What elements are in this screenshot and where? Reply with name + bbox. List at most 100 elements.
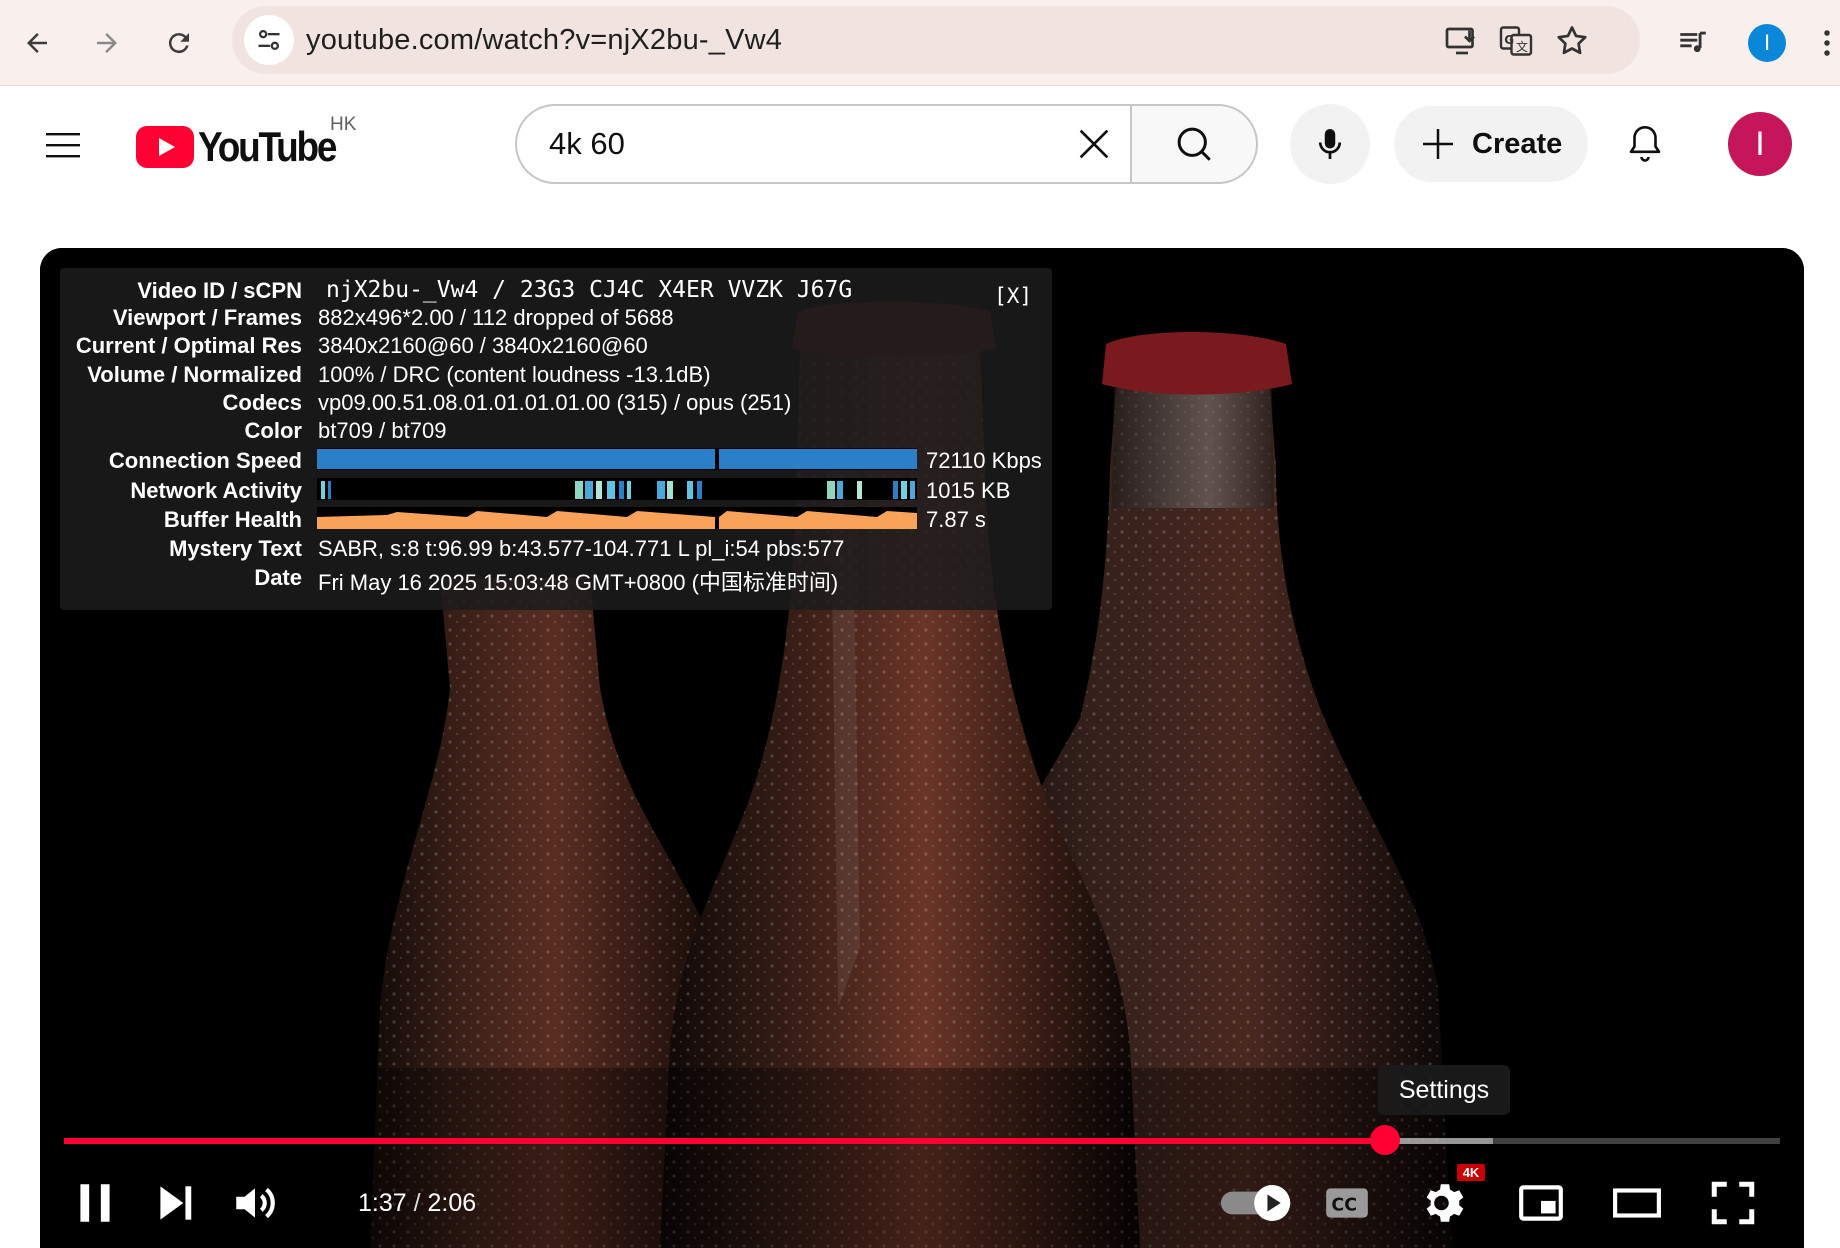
fullscreen-button[interactable]	[1698, 1168, 1768, 1238]
guide-menu-button[interactable]	[38, 120, 88, 170]
quality-badge: 4K	[1457, 1164, 1485, 1181]
voice-search-button[interactable]	[1290, 104, 1370, 184]
stat-value-video-id: njX2bu-_Vw4 / 23G3 CJ4C X4ER VVZK J67G	[326, 277, 853, 303]
connection-speed-graph	[317, 448, 917, 470]
skip-next-icon	[160, 1186, 192, 1220]
time-display: 1:37 / 2:06	[358, 1173, 476, 1233]
create-label: Create	[1472, 127, 1563, 160]
progress-played	[64, 1138, 1386, 1144]
autoplay-toggle-icon	[1220, 1184, 1291, 1222]
stat-label: Volume / Normalized	[87, 362, 302, 387]
star-icon	[1557, 26, 1587, 55]
stat-label: Date	[254, 565, 302, 590]
stat-value-codecs: vp09.00.51.08.01.01.01.01.00 (315) / opu…	[318, 390, 792, 415]
arrow-right-icon	[97, 33, 117, 53]
miniplayer-button[interactable]	[1506, 1168, 1576, 1238]
search-box	[515, 104, 1132, 184]
search-button[interactable]	[1130, 104, 1258, 184]
stats-close-button[interactable]: [X]	[994, 284, 1032, 308]
plus-icon	[1423, 129, 1453, 159]
url-text[interactable]: youtube.com/watch?v=njX2bu-_Vw4	[306, 6, 782, 74]
progress-bar[interactable]	[64, 1138, 1780, 1144]
translate-button[interactable]: G 文	[1498, 23, 1534, 59]
stat-label: Current / Optimal Res	[75, 333, 302, 358]
install-app-button[interactable]	[1444, 23, 1480, 59]
stat-value-color: bt709 / bt709	[318, 418, 447, 443]
svg-text:CC: CC	[1331, 1196, 1357, 1216]
buffer-health-sawtooth	[317, 511, 917, 529]
menu-icon	[46, 133, 80, 158]
profile-avatar: I	[1748, 24, 1786, 62]
browser-menu-button[interactable]	[1814, 18, 1840, 68]
stat-label: Video ID / sCPN	[137, 278, 302, 303]
stat-label: Viewport / Frames	[112, 305, 302, 330]
connection-speed-bars	[317, 449, 917, 469]
account-avatar[interactable]: I	[1728, 112, 1792, 176]
notifications-button[interactable]	[1620, 118, 1670, 168]
browser-toolbar: youtube.com/watch?v=njX2bu-_Vw4 G 文 I	[0, 0, 1840, 86]
miniplayer-icon	[1519, 1185, 1563, 1221]
forward-button[interactable]	[82, 18, 132, 68]
logo-wordmark: YouTube	[198, 123, 337, 170]
stat-value-resolution: 3840x2160@60 / 3840x2160@60	[318, 333, 648, 358]
time-separator: /	[413, 1189, 428, 1217]
theater-mode-button[interactable]	[1602, 1168, 1672, 1238]
current-time: 1:37	[358, 1189, 407, 1217]
back-button[interactable]	[12, 18, 62, 68]
microphone-icon	[1318, 129, 1342, 159]
stat-value-network-activity: 1015 KB	[926, 478, 1011, 503]
buffer-health-graph	[317, 507, 917, 529]
site-info-button[interactable]	[244, 15, 294, 65]
bookmark-button[interactable]	[1554, 23, 1590, 59]
video-player[interactable]: [X] Video ID / sCPN njX2bu-_Vw4 / 23G3 C…	[40, 248, 1804, 1248]
create-button[interactable]: Create	[1394, 106, 1588, 182]
clear-search-button[interactable]	[1070, 120, 1118, 168]
region-code: HK	[330, 114, 357, 135]
svg-text:G: G	[1504, 33, 1514, 47]
pause-icon	[80, 1184, 110, 1222]
stat-label: Buffer Health	[163, 507, 302, 532]
fullscreen-icon	[1711, 1181, 1755, 1225]
stat-value-buffer-health: 7.87 s	[926, 507, 986, 532]
settings-tooltip: Settings	[1378, 1065, 1510, 1115]
address-bar[interactable]: youtube.com/watch?v=njX2bu-_Vw4 G 文	[232, 6, 1640, 74]
theater-mode-icon	[1613, 1188, 1661, 1218]
closed-captions-icon: CC	[1326, 1188, 1368, 1218]
autoplay-toggle[interactable]	[1212, 1168, 1302, 1238]
pause-button[interactable]	[60, 1168, 130, 1238]
stats-for-nerds-panel: [X] Video ID / sCPN njX2bu-_Vw4 / 23G3 C…	[60, 268, 1052, 610]
reload-icon	[168, 33, 189, 54]
youtube-masthead: YouTube HK Create I	[0, 86, 1840, 206]
stat-value-date: Fri May 16 2025 15:03:48 GMT+0800 (中国标准时…	[318, 570, 839, 595]
next-video-button[interactable]	[140, 1168, 210, 1238]
tune-icon	[258, 29, 280, 51]
close-icon	[1079, 129, 1109, 159]
search-input[interactable]	[549, 106, 1029, 182]
profile-button[interactable]: I	[1742, 18, 1792, 68]
queue-music-icon	[1680, 31, 1706, 53]
duration: 2:06	[427, 1189, 477, 1217]
youtube-play-logo-icon	[136, 126, 194, 168]
stat-label: Color	[244, 418, 302, 443]
svg-text:文: 文	[1516, 39, 1528, 54]
mute-button[interactable]	[220, 1168, 290, 1238]
more-vert-icon	[1824, 30, 1830, 56]
arrow-left-icon	[27, 33, 47, 53]
network-activity-bars	[321, 481, 915, 499]
stat-label: Mystery Text	[169, 536, 302, 561]
reload-button[interactable]	[154, 18, 204, 68]
install-desktop-icon	[1445, 27, 1475, 55]
volume-high-icon	[236, 1187, 275, 1219]
gear-icon	[1426, 1184, 1464, 1222]
bell-icon	[1629, 125, 1661, 162]
stat-value-mystery-text: SABR, s:8 t:96.99 b:43.577-104.771 L pl_…	[318, 536, 845, 561]
youtube-logo[interactable]: YouTube	[136, 122, 354, 172]
network-activity-graph	[317, 478, 917, 500]
stat-value-viewport: 882x496*2.00 / 112 dropped of 5688	[318, 305, 674, 330]
stat-value-connection-speed: 72110 Kbps	[926, 448, 1042, 473]
stat-label: Codecs	[222, 390, 302, 415]
captions-button[interactable]: CC	[1312, 1168, 1382, 1238]
media-controls-button[interactable]	[1668, 18, 1718, 68]
search-icon	[1177, 127, 1211, 161]
translate-icon: G 文	[1499, 26, 1533, 56]
